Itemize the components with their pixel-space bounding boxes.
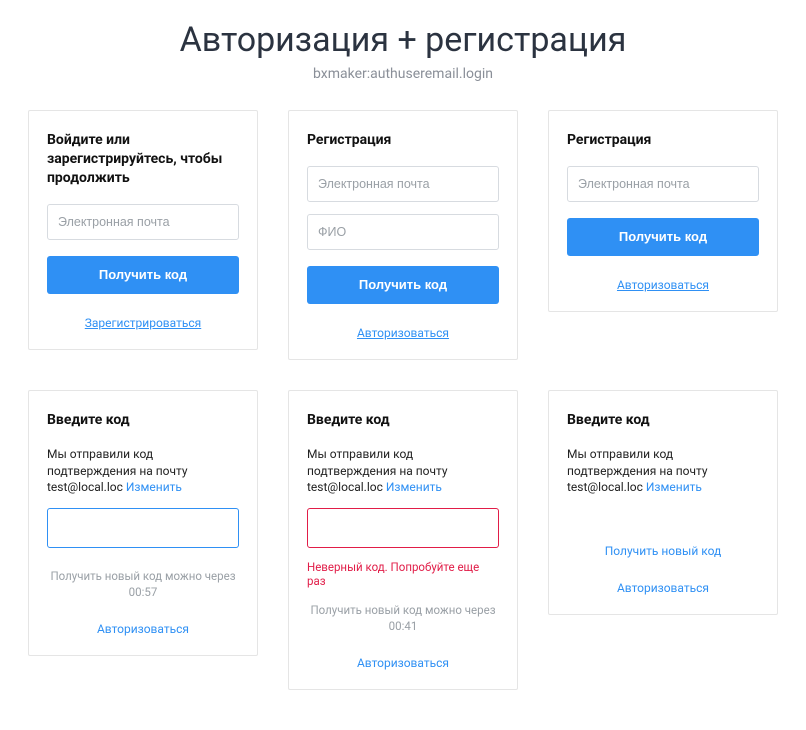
code-field[interactable] (307, 508, 499, 548)
sent-prefix: Мы отправили код подтверждения на почту (567, 447, 708, 478)
code-field[interactable] (47, 508, 239, 548)
card-title: Введите код (307, 411, 499, 430)
login-link[interactable]: Авторизоваться (357, 656, 449, 670)
get-code-button[interactable]: Получить код (47, 256, 239, 294)
sent-email: test@local.loc (307, 480, 383, 494)
code-card-error: Введите код Мы отправили код подтвержден… (288, 390, 518, 690)
card-title: Введите код (567, 411, 759, 430)
card-title: Войдите или зарегистрируйтесь, чтобы про… (47, 131, 239, 188)
sent-info: Мы отправили код подтверждения на почту … (307, 446, 499, 496)
resend-timer: Получить новый код можно через 00:57 (47, 568, 239, 600)
get-code-button[interactable]: Получить код (307, 266, 499, 304)
error-message: Неверный код. Попробуйте еще раз (307, 560, 499, 588)
page-title: Авторизация + регистрация (0, 20, 806, 60)
get-code-button[interactable]: Получить код (567, 218, 759, 256)
register-full-card: Регистрация Получить код Авторизоваться (288, 110, 518, 360)
timer-value: 00:41 (389, 619, 418, 633)
login-link[interactable]: Авторизоваться (617, 581, 709, 595)
change-email-link[interactable]: Изменить (386, 480, 442, 494)
login-link[interactable]: Авторизоваться (617, 278, 709, 292)
login-link[interactable]: Авторизоваться (357, 326, 449, 340)
change-email-link[interactable]: Изменить (646, 480, 702, 494)
card-title: Регистрация (567, 131, 759, 150)
page-subtitle: bxmaker:authuseremail.login (0, 66, 806, 82)
sent-info: Мы отправили код подтверждения на почту … (47, 446, 239, 496)
sent-prefix: Мы отправили код подтверждения на почту (47, 447, 188, 478)
sent-prefix: Мы отправили код подтверждения на почту (307, 447, 448, 478)
email-field[interactable] (307, 166, 499, 202)
sent-info: Мы отправили код подтверждения на почту … (567, 446, 759, 496)
login-card: Войдите или зарегистрируйтесь, чтобы про… (28, 110, 258, 350)
resend-prefix: Получить новый код можно через (50, 569, 235, 583)
change-email-link[interactable]: Изменить (126, 480, 182, 494)
register-short-card: Регистрация Получить код Авторизоваться (548, 110, 778, 312)
fullname-field[interactable] (307, 214, 499, 250)
card-title: Регистрация (307, 131, 499, 150)
timer-value: 00:57 (129, 585, 158, 599)
code-card-resend: Введите код Мы отправили код подтвержден… (548, 390, 778, 615)
sent-email: test@local.loc (567, 480, 643, 494)
sent-email: test@local.loc (47, 480, 123, 494)
email-field[interactable] (567, 166, 759, 202)
code-card-waiting: Введите код Мы отправили код подтвержден… (28, 390, 258, 656)
email-field[interactable] (47, 204, 239, 240)
cards-grid: Войдите или зарегистрируйтесь, чтобы про… (0, 110, 806, 690)
login-link[interactable]: Авторизоваться (97, 622, 189, 636)
resend-prefix: Получить новый код можно через (310, 603, 495, 617)
register-link[interactable]: Зарегистрироваться (85, 316, 201, 330)
get-new-code-link[interactable]: Получить новый код (605, 544, 722, 558)
resend-timer: Получить новый код можно через 00:41 (307, 602, 499, 634)
card-title: Введите код (47, 411, 239, 430)
